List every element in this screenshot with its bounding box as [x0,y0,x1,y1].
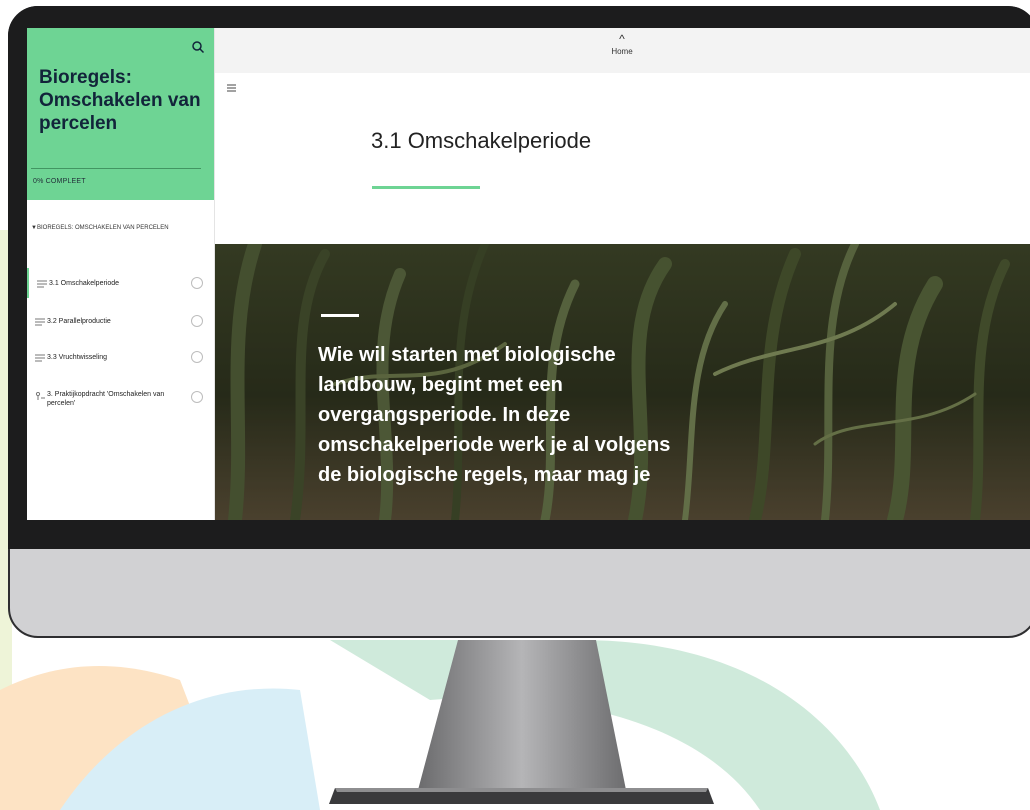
lesson-label: 3.3 Vruchtwisseling [47,354,108,361]
lesson-item-praktijkopdracht[interactable]: 3. Praktijkopdracht 'Omschakelen van per… [27,384,214,418]
completion-circle-icon [191,277,203,289]
lesson-title: 3.1 Omschakelperiode [371,128,592,153]
lines-icon [35,318,45,326]
home-button[interactable]: ^ Home [605,32,639,56]
lesson-label: 3.2 Parallelproductie [47,318,111,325]
progress-status: 0% COMPLEET [33,178,86,185]
course-title: Bioregels: Omschakelen van percelen [39,67,201,134]
top-navigation-bar: ^ Home [215,28,1030,73]
home-label: Home [611,47,633,56]
lines-icon [37,280,47,288]
assignment-icon [35,392,45,400]
lines-icon [35,354,45,362]
title-underline [372,186,480,189]
lesson-item-3-1[interactable]: 3.1 Omschakelperiode [27,268,214,298]
completion-circle-icon [191,391,203,403]
lesson-label: 3. Praktijkopdracht 'Omschakelen van per… [47,391,165,407]
section-label: BIOREGELS: OMSCHAKELEN VAN PERCELEN [37,225,169,231]
hero-image-block: Wie wil starten met biologische landbouw… [215,244,1030,520]
lesson-label: 3.1 Omschakelperiode [49,280,120,287]
header-divider [31,168,201,169]
completion-circle-icon [191,315,203,327]
lesson-item-3-3[interactable]: 3.3 Vruchtwisseling [27,342,214,372]
sidebar-header: Bioregels: Omschakelen van percelen 0% C… [27,28,214,200]
lesson-item-3-2[interactable]: 3.2 Parallelproductie [27,306,214,336]
completion-circle-icon [191,351,203,363]
search-icon[interactable] [191,40,205,54]
hero-intro-text: Wie wil starten met biologische landbouw… [318,344,671,486]
chevron-up-icon: ^ [619,32,625,46]
hero-divider [321,314,359,317]
course-sidebar: Bioregels: Omschakelen van percelen 0% C… [27,28,215,520]
app-screen: Bioregels: Omschakelen van percelen 0% C… [27,28,1030,520]
caret-down-icon: ▼ [31,225,37,231]
section-toggle[interactable]: ▼ BIOREGELS: OMSCHAKELEN VAN PERCELEN [31,224,181,232]
menu-icon[interactable] [227,84,236,92]
